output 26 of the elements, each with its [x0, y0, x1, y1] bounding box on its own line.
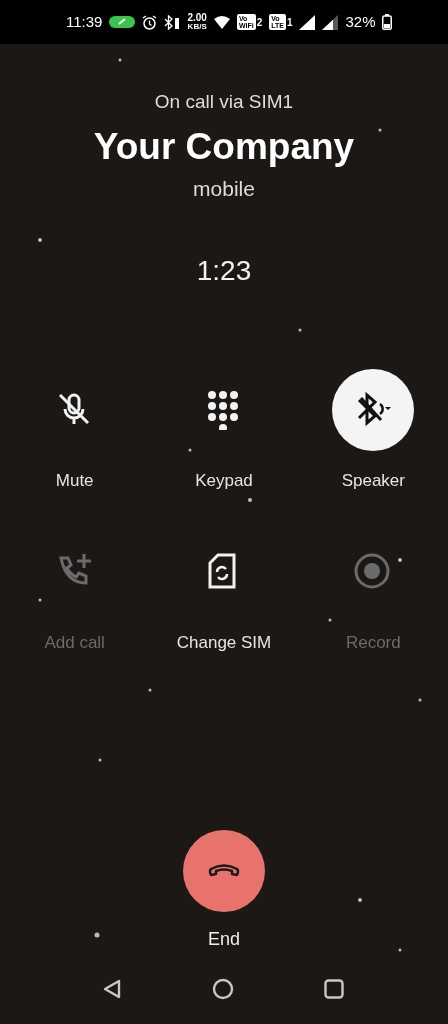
hang-up-phone-icon: [208, 862, 240, 879]
call-control[interactable]: Change SIM: [149, 531, 299, 656]
battery-percent: 32%: [345, 11, 376, 32]
number-type: mobile: [193, 176, 255, 203]
speed-unit: KB/S: [187, 23, 207, 31]
caller-name: Your Company: [93, 126, 355, 168]
signal-icon: [299, 14, 316, 30]
network-speed: 2.00: [187, 13, 207, 23]
call-control[interactable]: Speaker: [298, 368, 448, 494]
home-icon[interactable]: [212, 978, 234, 1000]
call-control[interactable]: Mute: [0, 368, 150, 494]
keypad-button[interactable]: Keypad: [149, 368, 299, 494]
bluetooth-battery-icon: [164, 14, 181, 30]
call-duration: 1:23: [196, 253, 252, 288]
recents-icon[interactable]: [324, 979, 344, 999]
call-sim-info: On call via SIM1: [154, 90, 294, 114]
clock-time: 11:39: [66, 11, 103, 32]
sim-number: 1: [286, 15, 293, 30]
signal-icon: [322, 14, 339, 30]
call-pill-icon: [109, 15, 136, 29]
end-call-label: End: [208, 927, 240, 951]
wifi-icon: [213, 15, 230, 29]
sim-number: 2: [256, 15, 263, 30]
back-icon[interactable]: [102, 979, 122, 999]
battery-icon: [382, 14, 393, 30]
alarm-icon: [142, 14, 158, 30]
